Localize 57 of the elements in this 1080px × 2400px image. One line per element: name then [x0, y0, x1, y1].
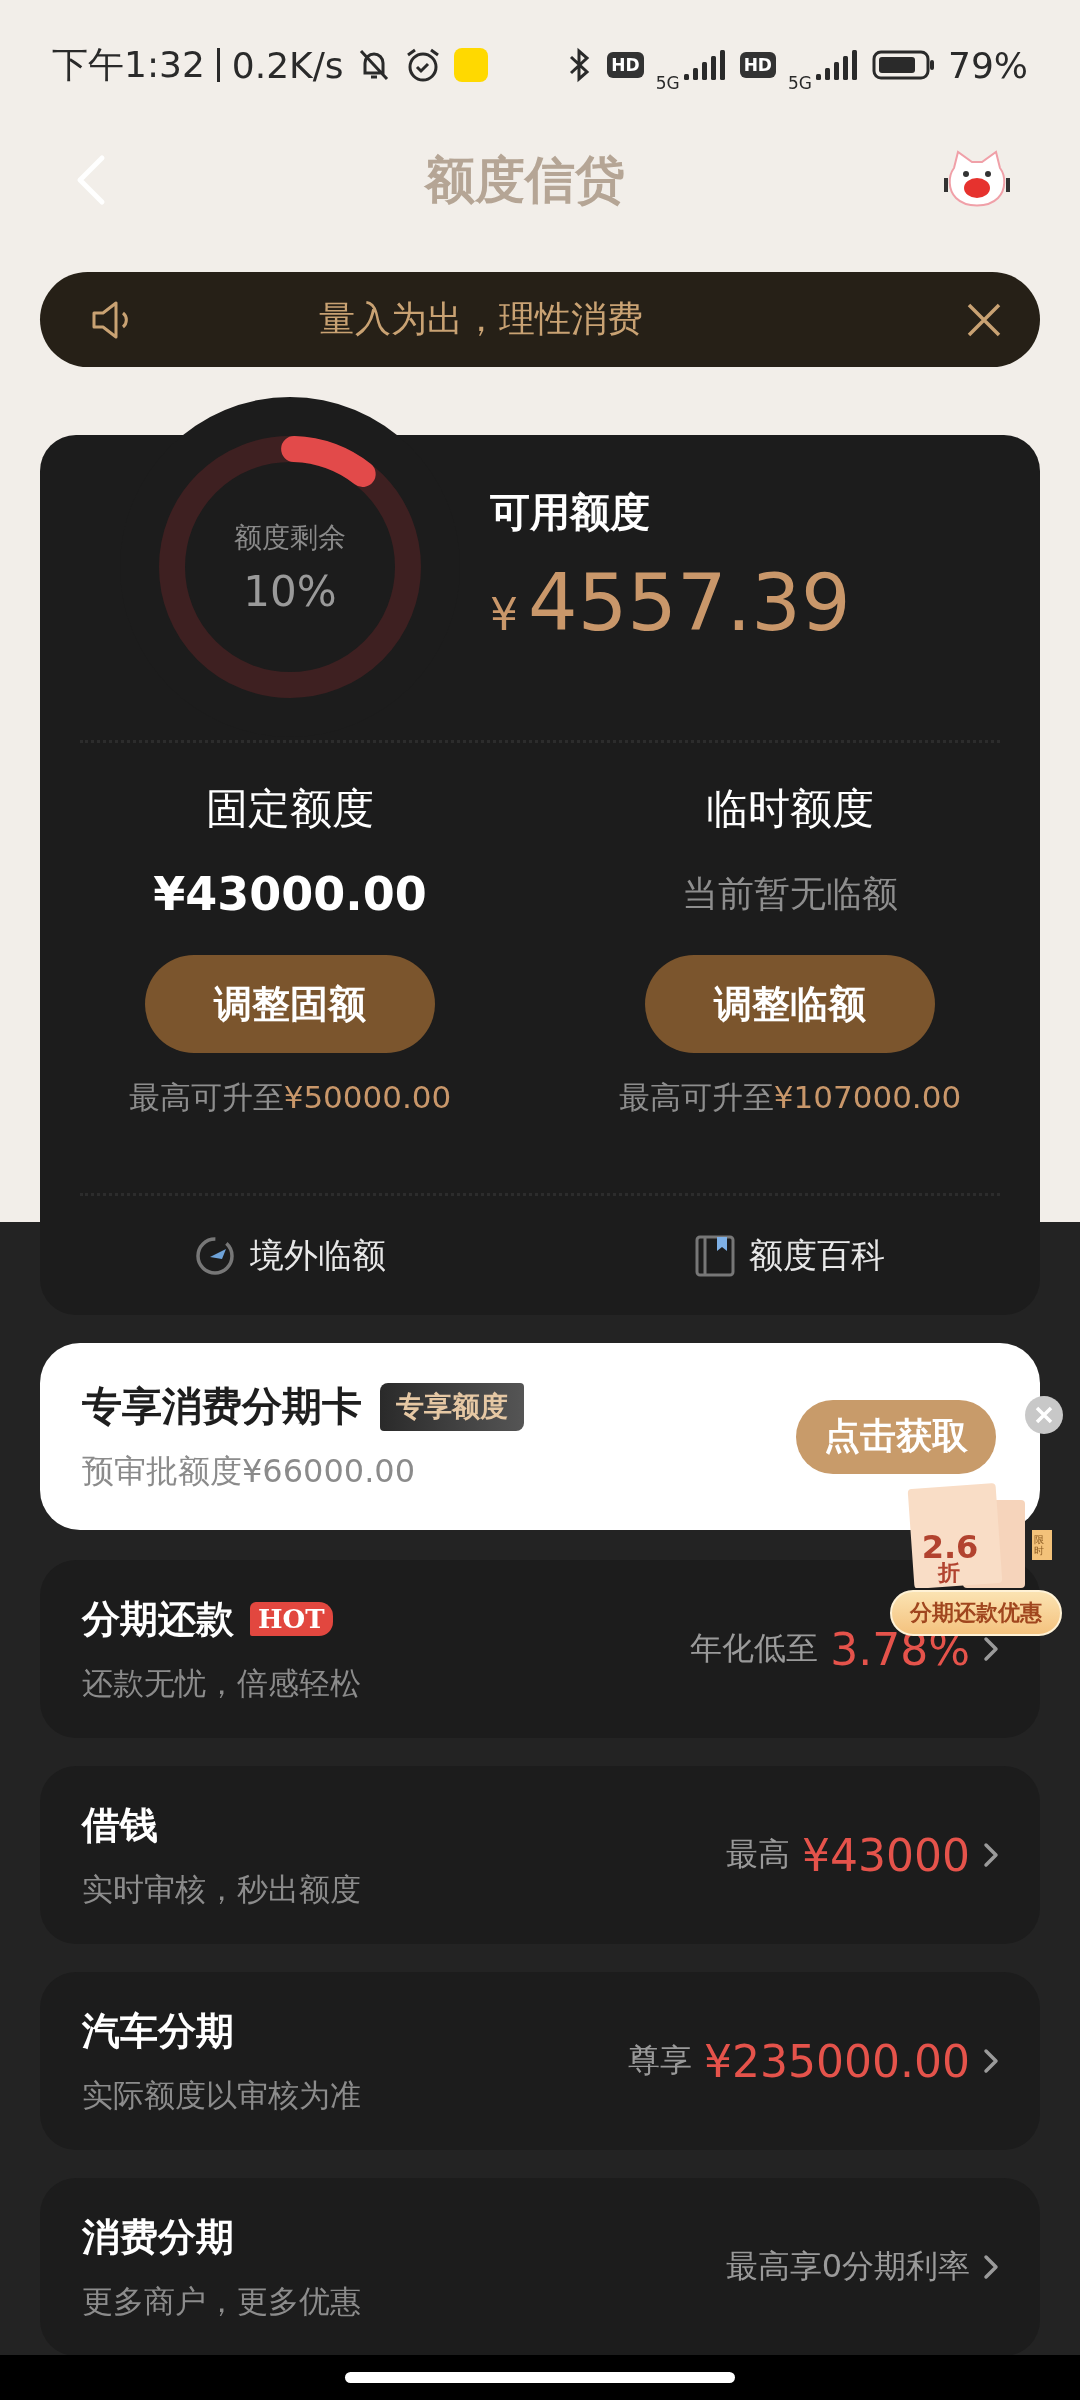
- product-note: 尊享: [628, 2040, 693, 2081]
- promo-subtitle: 预审批额度¥66000.00: [82, 1451, 417, 1492]
- product-note: 最高享0分期利率: [725, 2246, 970, 2287]
- product-subtitle: 实时审核，秒出额度: [82, 1869, 362, 1909]
- max-limit-text: 最高可升至¥50000.00: [128, 1078, 452, 1117]
- close-icon[interactable]: [966, 301, 1002, 338]
- product-title: 消费分期: [82, 2213, 234, 2261]
- signal-icon: [816, 50, 860, 80]
- product-title: 借钱: [82, 1801, 158, 1849]
- product-note: 年化低至: [690, 1628, 819, 1669]
- battery-icon: [872, 50, 936, 80]
- product-note: 最高: [726, 1834, 791, 1875]
- product-row[interactable]: 消费分期 更多商户，更多优惠 最高享0分期利率: [40, 2178, 1040, 2356]
- network-type: 5G: [655, 73, 680, 93]
- limited-time-tag: 限时: [1032, 1530, 1052, 1560]
- product-row[interactable]: 汽车分期 实际额度以审核为准 尊享 ¥235000.00: [40, 1972, 1040, 2150]
- product-title: 分期还款: [82, 1595, 234, 1643]
- notice-text: 量入为出，理性消费: [318, 297, 644, 341]
- product-title: 汽车分期: [82, 2007, 234, 2055]
- available-label: 可用额度: [490, 488, 651, 537]
- adjust-button[interactable]: 调整临额: [645, 955, 935, 1053]
- max-limit-text: 最高可升至¥107000.00: [618, 1078, 962, 1117]
- limit-value: ¥43000.00: [153, 866, 427, 923]
- book-icon: [695, 1235, 735, 1277]
- hd-badge: HD: [607, 52, 644, 78]
- signal-icon: [683, 50, 728, 80]
- link-label[interactable]: 境外临额: [250, 1233, 386, 1279]
- status-time: 下午1:32: [52, 42, 205, 87]
- adjust-button[interactable]: 调整固额: [145, 955, 435, 1053]
- chevron-right-icon: [982, 1635, 1000, 1663]
- hd-badge: HD: [739, 52, 776, 78]
- available-amount: 4557.39: [528, 558, 851, 648]
- product-highlight: ¥43000: [802, 1829, 970, 1881]
- product-subtitle: 实际额度以审核为准: [82, 2075, 362, 2115]
- limit-value: 当前暂无临额: [682, 871, 898, 916]
- chevron-right-icon: [982, 1841, 1000, 1869]
- currency-sign: ¥: [490, 589, 518, 640]
- page-title: 额度信贷: [425, 149, 625, 211]
- promo-tag: 专享额度: [380, 1382, 524, 1431]
- product-subtitle: 更多商户，更多优惠: [82, 2281, 362, 2321]
- product-row[interactable]: 借钱 实时审核，秒出额度 最高 ¥43000: [40, 1766, 1040, 1944]
- ring-label: 额度剩余: [234, 519, 346, 556]
- app-icon: [453, 48, 488, 82]
- product-subtitle: 还款无忧，倍感轻松: [82, 1663, 362, 1703]
- network-speed: 0.2K/s: [231, 44, 344, 86]
- promo-title: 专享消费分期卡: [82, 1382, 362, 1431]
- limit-title: 临时额度: [706, 783, 874, 835]
- chevron-right-icon: [982, 2047, 1000, 2075]
- ring-percent: 10%: [243, 566, 337, 616]
- product-highlight: ¥235000.00: [704, 2035, 970, 2087]
- network-type: 5G: [788, 73, 812, 93]
- link-label[interactable]: 额度百科: [749, 1233, 885, 1279]
- hot-badge: HOT: [250, 1602, 333, 1636]
- limit-title: 固定额度: [206, 783, 374, 835]
- close-icon[interactable]: [1025, 1396, 1063, 1434]
- chevron-right-icon: [982, 2253, 1000, 2281]
- battery-percent: 79%: [948, 44, 1028, 86]
